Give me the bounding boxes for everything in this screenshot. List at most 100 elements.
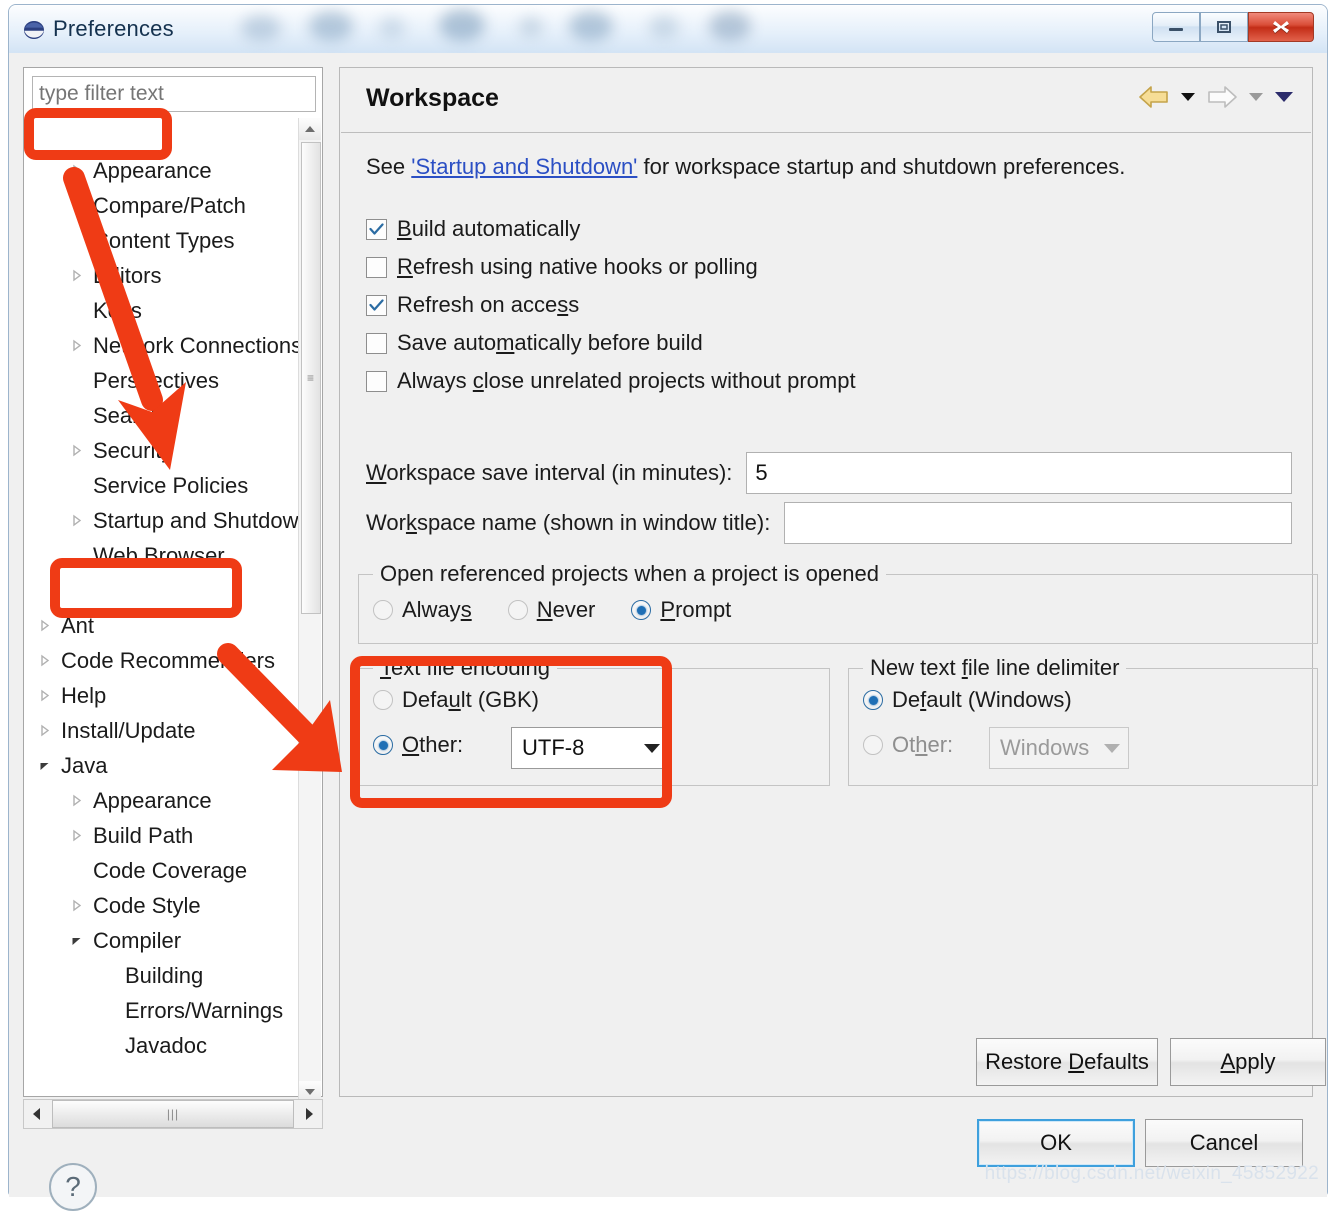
open-referenced-option-label: Prompt bbox=[660, 597, 732, 622]
chevron-right-icon bbox=[72, 899, 81, 912]
header-divider bbox=[341, 132, 1311, 133]
restore-button[interactable] bbox=[1200, 12, 1248, 42]
checkbox-row[interactable]: Always close unrelated projects without … bbox=[340, 368, 856, 394]
radio-indicator bbox=[863, 735, 883, 755]
checkbox-indicator[interactable] bbox=[366, 332, 387, 354]
open-referenced-option[interactable]: Never bbox=[507, 597, 596, 623]
tree-item-editors[interactable]: Editors bbox=[25, 258, 307, 293]
workspace-name-input[interactable] bbox=[784, 502, 1292, 544]
tree-item-compare-patch[interactable]: Compare/Patch bbox=[25, 188, 307, 223]
checkbox-indicator[interactable] bbox=[366, 294, 387, 316]
checkbox-row[interactable]: Refresh on access bbox=[340, 292, 579, 318]
back-dropdown-button[interactable] bbox=[1180, 92, 1196, 102]
tree-item-startup-and-shutdown[interactable]: Startup and Shutdown bbox=[25, 503, 307, 538]
tree-item-install-update[interactable]: Install/Update bbox=[25, 713, 307, 748]
delimiter-default-radio[interactable]: Default (Windows) bbox=[863, 687, 1072, 713]
checkbox-label: Refresh using native hooks or polling bbox=[397, 254, 758, 279]
chevron-right-icon bbox=[72, 339, 81, 352]
chevron-right-icon bbox=[72, 514, 81, 527]
tree-horizontal-scrollbar[interactable]: ||| bbox=[23, 1099, 323, 1129]
open-referenced-option-label: Always bbox=[402, 597, 472, 622]
checkbox-row[interactable]: Build automatically bbox=[340, 216, 580, 242]
open-referenced-option-label: Never bbox=[536, 597, 596, 622]
description-after: for workspace startup and shutdown prefe… bbox=[637, 154, 1126, 179]
tree-item-code-style[interactable]: Code Style bbox=[25, 888, 307, 923]
back-button[interactable] bbox=[1138, 84, 1170, 110]
tree-item-perspectives[interactable]: Perspectives bbox=[25, 363, 307, 398]
tree-item-service-policies[interactable]: Service Policies bbox=[25, 468, 307, 503]
chevron-down-icon[interactable] bbox=[65, 923, 87, 958]
minimize-button[interactable] bbox=[1152, 12, 1200, 42]
checkbox-indicator[interactable] bbox=[366, 256, 387, 278]
forward-dropdown-button[interactable] bbox=[1248, 92, 1264, 102]
workspace-preference-page: Workspace See 'Startup and Shutdown' for… bbox=[339, 67, 1326, 1097]
delimiter-combo[interactable]: Windows bbox=[989, 727, 1129, 769]
chevron-down-icon[interactable] bbox=[33, 748, 55, 783]
delimiter-other-radio[interactable]: Other: bbox=[863, 732, 953, 758]
tree-item-security[interactable]: Security bbox=[25, 433, 307, 468]
scroll-left-button[interactable] bbox=[24, 1100, 50, 1128]
tree-item-compiler[interactable]: Compiler bbox=[25, 923, 307, 958]
tree-item-content-types[interactable]: Content Types bbox=[25, 223, 307, 258]
restore-defaults-button[interactable]: Restore Defaults bbox=[976, 1038, 1158, 1086]
tree-vertical-scrollbar[interactable]: ≡ bbox=[298, 118, 321, 1103]
checkbox-row[interactable]: Refresh using native hooks or polling bbox=[340, 254, 758, 280]
chevron-right-icon[interactable] bbox=[33, 643, 55, 678]
save-interval-input[interactable] bbox=[746, 452, 1292, 494]
chevron-right-icon bbox=[72, 794, 81, 807]
tree-item-label: Compiler bbox=[93, 928, 182, 953]
tree-item-build-path[interactable]: Build Path bbox=[25, 818, 307, 853]
tree-item-label: Appearance bbox=[93, 788, 212, 813]
chevron-right-icon[interactable] bbox=[65, 888, 87, 923]
scroll-right-button[interactable] bbox=[296, 1100, 322, 1128]
checkbox-row[interactable]: Save automatically before build bbox=[340, 330, 703, 356]
tree-item-code-coverage[interactable]: Code Coverage bbox=[25, 853, 307, 888]
checkbox-indicator[interactable] bbox=[366, 370, 387, 392]
chevron-right-icon[interactable] bbox=[65, 783, 87, 818]
chevron-down-icon bbox=[305, 1089, 315, 1095]
tree-item-label: Service Policies bbox=[93, 473, 249, 498]
workspace-name-row: Workspace name (shown in window title): bbox=[366, 502, 1292, 544]
search-input[interactable] bbox=[33, 77, 315, 111]
tree-item-java[interactable]: Java bbox=[25, 748, 307, 783]
desktop-blur-smudge bbox=[649, 15, 679, 39]
ok-button[interactable]: OK bbox=[977, 1119, 1135, 1167]
chevron-right-icon[interactable] bbox=[65, 433, 87, 468]
startup-shutdown-link[interactable]: 'Startup and Shutdown' bbox=[411, 154, 637, 179]
chevron-right-icon[interactable] bbox=[33, 713, 55, 748]
chevron-down-icon bbox=[1275, 92, 1293, 102]
chevron-up-icon bbox=[305, 126, 315, 132]
open-referenced-option[interactable]: Prompt bbox=[631, 597, 731, 623]
open-referenced-option[interactable]: Always bbox=[373, 597, 472, 623]
checkbox-label: Save automatically before build bbox=[397, 330, 703, 355]
grip-icon: ≡ bbox=[306, 371, 315, 385]
tree-item-building[interactable]: Building bbox=[25, 958, 307, 993]
tree-item-appearance[interactable]: Appearance bbox=[25, 783, 307, 818]
tree-item-errors-warnings[interactable]: Errors/Warnings bbox=[25, 993, 307, 1028]
chevron-right-icon[interactable] bbox=[65, 503, 87, 538]
tree-item-code-recommenders[interactable]: Code Recommenders bbox=[25, 643, 307, 678]
tree-item-network-connections[interactable]: Network Connections bbox=[25, 328, 307, 363]
scroll-up-button[interactable] bbox=[299, 118, 321, 140]
apply-button[interactable]: Apply bbox=[1170, 1038, 1326, 1086]
chevron-down-icon bbox=[72, 938, 80, 945]
tree-item-javadoc[interactable]: Javadoc bbox=[25, 1028, 307, 1053]
checkbox-indicator[interactable] bbox=[366, 218, 387, 240]
chevron-right-icon[interactable] bbox=[65, 818, 87, 853]
tree-scroll-thumb[interactable]: ≡ bbox=[301, 142, 321, 614]
window-title: Preferences bbox=[53, 16, 174, 41]
chevron-right-icon[interactable] bbox=[65, 258, 87, 293]
cancel-button[interactable]: Cancel bbox=[1145, 1119, 1303, 1167]
filter-textbox[interactable] bbox=[32, 76, 316, 112]
tree-item-help[interactable]: Help bbox=[25, 678, 307, 713]
checkbox-label: Refresh on access bbox=[397, 292, 580, 317]
chevron-right-icon[interactable] bbox=[33, 678, 55, 713]
close-button[interactable] bbox=[1248, 12, 1314, 42]
chevron-right-icon[interactable] bbox=[65, 328, 87, 363]
tree-item-search[interactable]: Search bbox=[25, 398, 307, 433]
forward-button[interactable] bbox=[1206, 84, 1238, 110]
view-menu-button[interactable] bbox=[1274, 91, 1294, 103]
h-scroll-thumb[interactable]: ||| bbox=[52, 1100, 294, 1128]
tree-item-keys[interactable]: Keys bbox=[25, 293, 307, 328]
